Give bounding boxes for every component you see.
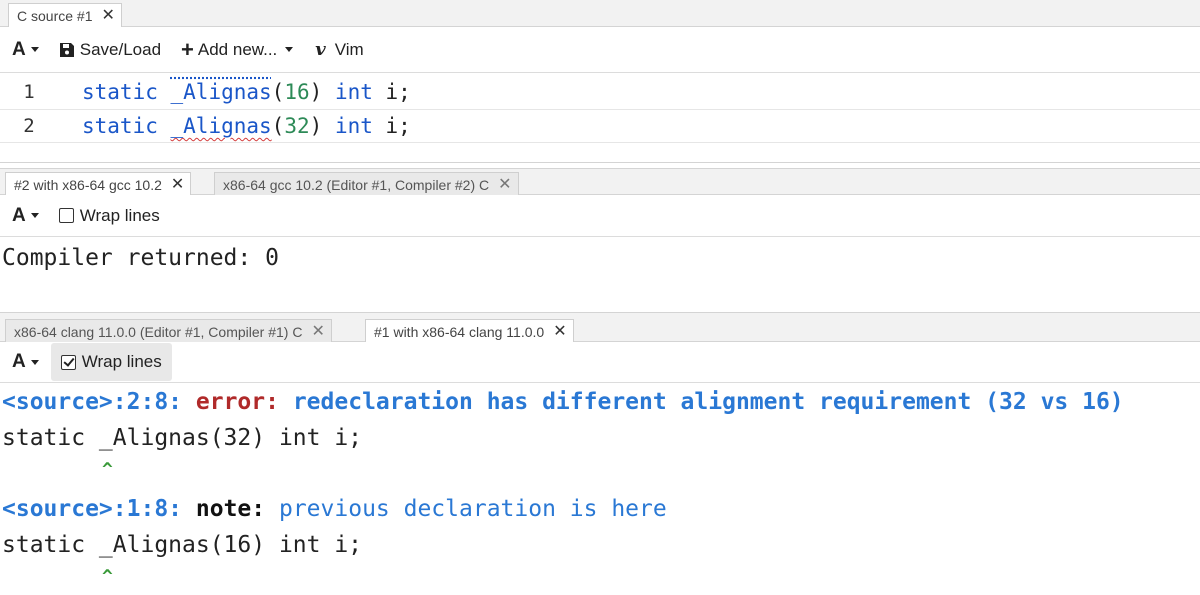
font-button-label: A: [12, 204, 26, 226]
keyword-int: int: [334, 114, 373, 138]
checkbox-icon: [58, 208, 74, 223]
tab-label: x86-64 gcc 10.2 (Editor #1, Compiler #2)…: [223, 176, 490, 193]
code-text: static _Alignas(32) int i;: [82, 114, 411, 138]
checkbox-checked-icon: [60, 354, 76, 370]
diagnostic-header: <source>:1:8: note: previous declaration…: [2, 496, 667, 522]
paren-open: (: [271, 114, 285, 138]
diagnostic-message: previous declaration is here: [278, 496, 667, 522]
close-icon[interactable]: ✕: [101, 7, 114, 24]
identifier-i: i;: [385, 80, 411, 104]
close-icon[interactable]: ✕: [171, 176, 184, 193]
tab-clang-output[interactable]: #1 with x86-64 clang 11.0.0 ✕: [365, 319, 574, 343]
vim-label: Vim: [334, 39, 364, 59]
editor-tabstrip: C source #1 ✕: [0, 0, 1200, 27]
clang-tabstrip: x86-64 clang 11.0.0 (Editor #1, Compiler…: [0, 312, 1200, 343]
clang-output-area: <source>:2:8: error: redeclaration has d…: [0, 383, 1200, 595]
close-icon[interactable]: ✕: [498, 176, 511, 193]
tab-gcc-output[interactable]: #2 with x86-64 gcc 10.2 ✕: [5, 172, 192, 196]
line-number: 2: [23, 115, 35, 137]
tab-label: #1 with x86-64 clang 11.0.0: [374, 323, 545, 340]
plus-icon: +: [181, 36, 194, 62]
save-load-button[interactable]: Save/Load: [59, 27, 161, 72]
gcc-output-area: Compiler returned: 0: [0, 237, 1200, 309]
wrap-lines-label: Wrap lines: [79, 205, 160, 225]
diagnostic-caret: ^: [102, 566, 113, 587]
code-text: static _Alignas(16) int i;: [82, 80, 411, 104]
vim-logo-icon: v: [315, 39, 326, 60]
diagnostic-caret: ^: [102, 459, 113, 480]
caret-down-icon: [30, 47, 39, 52]
diagnostic-header: <source>:2:8: error: redeclaration has d…: [2, 389, 1124, 415]
tab-gcc-compiler[interactable]: x86-64 gcc 10.2 (Editor #1, Compiler #2)…: [214, 172, 519, 196]
output-line: Compiler returned: 0: [2, 245, 279, 271]
add-new-button[interactable]: + Add new...: [181, 27, 294, 72]
wrap-lines-toggle[interactable]: Wrap lines: [58, 195, 160, 236]
line-number: 1: [23, 81, 35, 103]
diagnostic-message: redeclaration has different alignment re…: [292, 389, 1124, 415]
diagnostic-location[interactable]: <source>:2:8:: [2, 389, 182, 415]
add-new-label: Add new...: [197, 39, 278, 59]
caret-down-icon: [30, 213, 39, 218]
identifier-alignas: _Alignas: [170, 80, 272, 104]
gcc-tabstrip: #2 with x86-64 gcc 10.2 ✕ x86-64 gcc 10.…: [0, 168, 1200, 196]
paren-open: (: [271, 80, 285, 104]
number-literal: 16: [284, 80, 310, 104]
font-size-button[interactable]: A: [12, 195, 39, 236]
keyword-static: static: [82, 114, 158, 138]
floppy-disk-icon: [59, 42, 74, 57]
tab-label: C source #1: [17, 7, 93, 24]
gcc-toolbar: A Wrap lines: [0, 195, 1200, 237]
font-button-label: A: [12, 38, 26, 60]
diagnostic-source: static _Alignas(16) int i;: [2, 532, 363, 558]
tab-label: x86-64 clang 11.0.0 (Editor #1, Compiler…: [14, 323, 303, 340]
diagnostic-location[interactable]: <source>:1:8:: [2, 496, 182, 522]
tab-c-source[interactable]: C source #1 ✕: [8, 3, 122, 27]
keyword-static: static: [82, 80, 158, 104]
caret-down-icon: [30, 359, 39, 365]
font-size-button[interactable]: A: [12, 342, 39, 382]
paren-close: ): [309, 80, 323, 104]
tab-clang-compiler[interactable]: x86-64 clang 11.0.0 (Editor #1, Compiler…: [5, 319, 332, 343]
keyword-int: int: [334, 80, 373, 104]
wrap-lines-label: Wrap lines: [81, 352, 162, 371]
code-editor[interactable]: 1 static _Alignas(16) int i; 2 static _A…: [0, 73, 1200, 163]
identifier-alignas-error: _Alignas: [170, 114, 272, 138]
number-literal: 32: [284, 114, 310, 138]
editor-toolbar: A Save/Load + Add new... v Vim: [0, 27, 1200, 73]
code-line: 1 static _Alignas(16) int i;: [0, 75, 1200, 109]
caret-down-icon: [285, 47, 294, 52]
diagnostic-kind-error: error:: [195, 389, 279, 415]
wrap-lines-toggle[interactable]: Wrap lines: [50, 343, 172, 381]
diagnostic-source: static _Alignas(32) int i;: [2, 425, 363, 451]
identifier-i: i;: [385, 114, 411, 138]
code-line: 2 static _Alignas(32) int i;: [0, 109, 1200, 143]
vim-toggle-button[interactable]: v Vim: [315, 27, 363, 72]
diagnostic-kind-note: note:: [195, 496, 266, 522]
tab-label: #2 with x86-64 gcc 10.2: [14, 176, 162, 193]
font-button-label: A: [12, 351, 26, 372]
paren-close: ): [309, 114, 323, 138]
close-icon[interactable]: ✕: [311, 323, 324, 340]
clang-toolbar: A Wrap lines: [0, 342, 1200, 383]
save-load-label: Save/Load: [79, 39, 162, 59]
font-size-button[interactable]: A: [12, 27, 39, 72]
close-icon[interactable]: ✕: [553, 323, 566, 340]
